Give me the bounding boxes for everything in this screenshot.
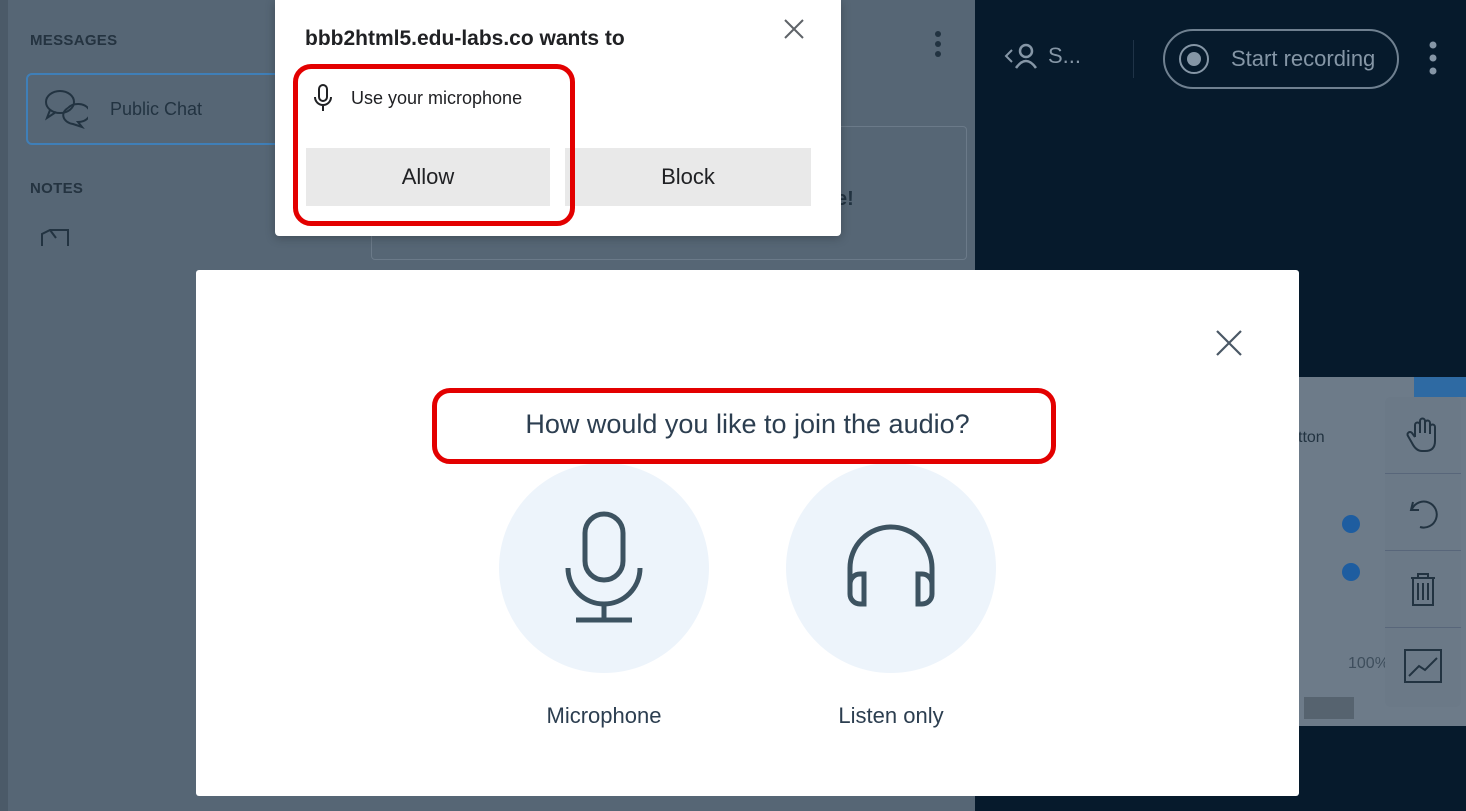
whiteboard-toolbar [1385, 397, 1461, 707]
topbar-divider [1133, 40, 1134, 78]
permission-text: Use your microphone [351, 87, 523, 108]
chart-icon [1404, 649, 1442, 683]
close-icon[interactable] [779, 14, 809, 44]
block-button[interactable]: Block [565, 148, 811, 206]
modal-question: How would you like to join the audio? [525, 409, 970, 439]
start-recording-button[interactable]: Start recording [1163, 29, 1399, 89]
undo-icon [1409, 500, 1438, 529]
zoom-level: 100% [1348, 655, 1389, 672]
multi-user-button[interactable] [1385, 628, 1461, 704]
slide-header-bar [1414, 377, 1466, 397]
notes-section-label: NOTES [30, 180, 84, 197]
slide-dot [1342, 563, 1360, 581]
slide-text-fragment: tton [1298, 429, 1325, 446]
headphones-icon [847, 524, 935, 607]
close-icon[interactable] [1212, 326, 1246, 360]
listen-only-option-button[interactable]: Listen only [786, 463, 996, 729]
record-label: Start recording [1231, 46, 1376, 71]
slide-dot [1342, 515, 1360, 533]
user-icon [1004, 43, 1038, 69]
permission-request: Use your microphone [311, 83, 522, 113]
slide-footer-bar [1304, 697, 1354, 719]
permission-popup: bbb2html5.edu-labs.co wants to Use your … [275, 0, 841, 236]
microphone-option-label: Microphone [546, 703, 662, 728]
trash-icon [1411, 573, 1435, 606]
microphone-circle[interactable] [499, 463, 709, 673]
microphone-icon [565, 511, 643, 623]
microphone-option-button[interactable]: Microphone [499, 463, 709, 729]
undo-button[interactable] [1385, 474, 1461, 551]
listen-only-circle[interactable] [786, 463, 996, 673]
users-toggle[interactable]: S... [1004, 42, 1081, 70]
sidebar-edge [0, 0, 8, 811]
clear-button[interactable] [1385, 551, 1461, 628]
record-icon [1179, 44, 1209, 74]
messages-section-label: MESSAGES [30, 32, 118, 49]
user-label: S... [1048, 43, 1082, 68]
public-chat-label: Public Chat [110, 98, 203, 119]
microphone-icon [314, 84, 332, 111]
notes-icon[interactable] [40, 228, 70, 248]
hand-icon [1406, 417, 1436, 452]
join-audio-modal: How would you like to join the audio? Mi… [196, 270, 1299, 796]
listen-only-option-label: Listen only [838, 703, 944, 728]
chat-icon [44, 90, 88, 130]
hand-tool-button[interactable] [1385, 397, 1461, 474]
options-menu-icon[interactable] [1426, 40, 1440, 76]
allow-button[interactable]: Allow [306, 148, 550, 206]
more-options-icon[interactable] [930, 30, 946, 60]
permission-title: bbb2html5.edu-labs.co wants to [305, 27, 625, 50]
